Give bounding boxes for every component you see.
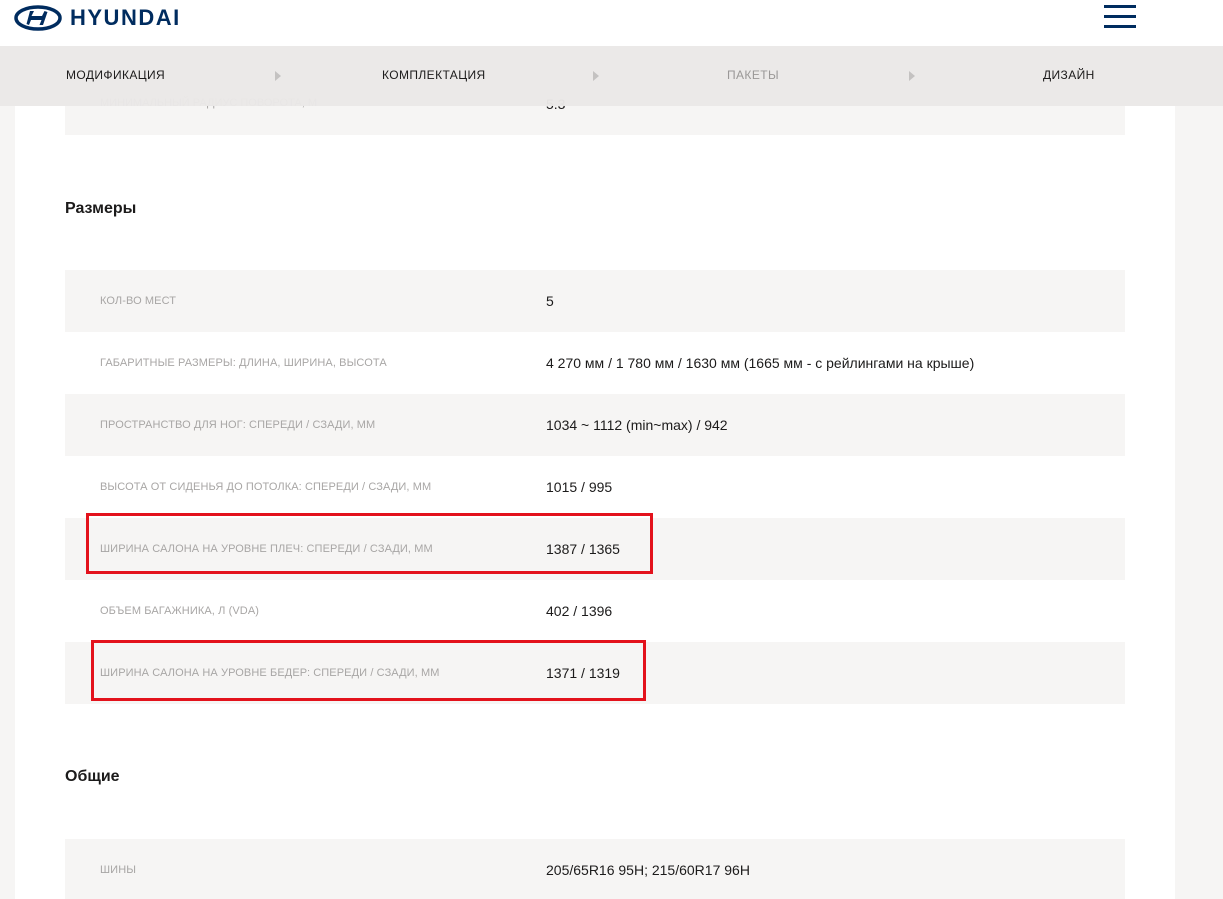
- spec-label: ПРОСТРАНСТВО ДЛЯ НОГ: СПЕРЕДИ / СЗАДИ, М…: [100, 419, 376, 431]
- step-packages[interactable]: ПАКЕТЫ: [727, 46, 779, 106]
- step-modification[interactable]: МОДИФИКАЦИЯ: [66, 46, 165, 106]
- step-arrow-icon: [593, 71, 599, 81]
- spec-label: ШИРИНА САЛОНА НА УРОВНЕ ПЛЕЧ: СПЕРЕДИ / …: [100, 543, 433, 555]
- spec-label: ШИРИНА САЛОНА НА УРОВНЕ БЕДЕР: СПЕРЕДИ /…: [100, 667, 440, 679]
- spec-value: 402 / 1396: [546, 603, 613, 619]
- brand-logo[interactable]: HYUNDAI: [14, 5, 181, 31]
- spec-label: ВЫСОТА ОТ СИДЕНЬЯ ДО ПОТОЛКА: СПЕРЕДИ / …: [100, 481, 432, 493]
- site-header: HYUNDAI: [0, 0, 1223, 46]
- hamburger-menu-icon[interactable]: [1104, 5, 1136, 29]
- spec-value: 1387 / 1365: [546, 541, 620, 557]
- spec-label: ШИНЫ: [100, 864, 137, 876]
- spec-row-shoulder-width: ШИРИНА САЛОНА НА УРОВНЕ ПЛЕЧ: СПЕРЕДИ / …: [65, 518, 1125, 580]
- section-title-dimensions: Размеры: [65, 200, 137, 217]
- spec-row: ВЫСОТА ОТ СИДЕНЬЯ ДО ПОТОЛКА: СПЕРЕДИ / …: [65, 456, 1125, 518]
- spec-row: ПРОСТРАНСТВО ДЛЯ НОГ: СПЕРЕДИ / СЗАДИ, М…: [65, 394, 1125, 456]
- configurator-steps-bar: МОДИФИКАЦИЯ КОМПЛЕКТАЦИЯ ПАКЕТЫ ДИЗАЙН: [0, 46, 1223, 106]
- spec-row: ОБЪЕМ БАГАЖНИКА, Л (VDA) 402 / 1396: [65, 580, 1125, 642]
- step-arrow-icon: [909, 71, 915, 81]
- section-title-general: Общие: [65, 768, 120, 785]
- spec-label: КОЛ-ВО МЕСТ: [100, 295, 177, 307]
- step-equipment[interactable]: КОМПЛЕКТАЦИЯ: [382, 46, 486, 106]
- step-arrow-icon: [275, 71, 281, 81]
- spec-row-hip-width: ШИРИНА САЛОНА НА УРОВНЕ БЕДЕР: СПЕРЕДИ /…: [65, 642, 1125, 704]
- spec-label: ГАБАРИТНЫЕ РАЗМЕРЫ: ДЛИНА, ШИРИНА, ВЫСОТ…: [100, 357, 387, 369]
- spec-value: 205/65R16 95H; 215/60R17 96H: [546, 862, 750, 878]
- spec-row: ГАБАРИТНЫЕ РАЗМЕРЫ: ДЛИНА, ШИРИНА, ВЫСОТ…: [65, 332, 1125, 394]
- spec-value: 1015 / 995: [546, 479, 613, 495]
- spec-value: 1034 ~ 1112 (min~max) / 942: [546, 417, 728, 433]
- spec-row: ШИНЫ 205/65R16 95H; 215/60R17 96H: [65, 839, 1125, 899]
- spec-value: 5: [546, 293, 554, 309]
- brand-wordmark: HYUNDAI: [70, 5, 181, 30]
- spec-value: 1371 / 1319: [546, 665, 620, 681]
- spec-value: 4 270 мм / 1 780 мм / 1630 мм (1665 мм -…: [546, 355, 975, 371]
- spec-row: КОЛ-ВО МЕСТ 5: [65, 270, 1125, 332]
- spec-label: ОБЪЕМ БАГАЖНИКА, Л (VDA): [100, 605, 260, 617]
- step-design[interactable]: ДИЗАЙН: [1043, 46, 1095, 106]
- hyundai-logo-icon: [14, 5, 62, 31]
